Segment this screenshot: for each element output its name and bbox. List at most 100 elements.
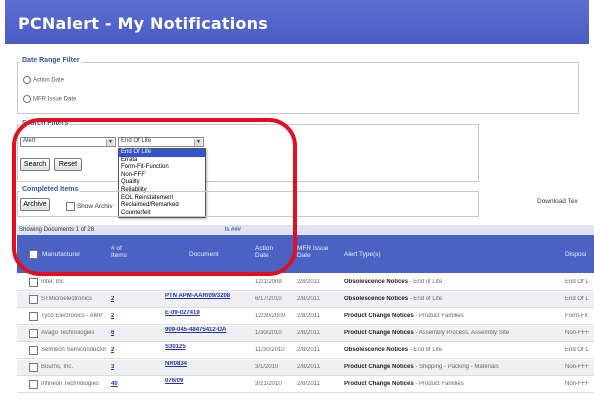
disposition-cell: End Of L xyxy=(565,279,589,285)
row-checkbox[interactable] xyxy=(29,329,38,338)
issue-date-cell: 2/8/2011 xyxy=(297,347,320,353)
archive-button[interactable]: Archive xyxy=(20,198,50,211)
alert-type: Product Change Notices xyxy=(344,364,414,370)
alert-detail: Product Families xyxy=(419,313,464,319)
disposition-cell: Non-FFF xyxy=(565,381,589,387)
action-date-cell: 11/30/2010 xyxy=(255,347,285,353)
show-archive-toggle[interactable]: Show Archiv xyxy=(66,202,113,211)
alert-type-cell: Obsolescence Notices - End of Life xyxy=(344,347,559,353)
table-row[interactable]: Semtech Semiconductor 2 S30125 11/30/2010 2/… xyxy=(17,343,594,359)
alert-detail: End of Life xyxy=(413,347,443,353)
alert-type-cell: Obsolescence Notices - End of Life xyxy=(344,279,559,285)
app-header: PCNalert - My Notifications xyxy=(5,0,589,44)
col-action-date[interactable]: Action Date xyxy=(255,245,277,259)
row-checkbox[interactable] xyxy=(29,346,38,355)
alert-type-cell: Product Change Notices - Assembly Proces… xyxy=(344,330,559,336)
alert-type-cell: Product Change Notices - Shipping - Pack… xyxy=(344,364,559,370)
alert-type-cell: Product Change Notices - Product Familie… xyxy=(344,381,559,387)
alert-type: Product Change Notices xyxy=(344,313,414,319)
table-row[interactable]: Intel, Inc 12/1/2009 2/8/2011 Obsolescence … xyxy=(17,275,594,291)
document-link[interactable]: S30125 xyxy=(165,344,251,350)
alert-type-select[interactable]: End Of Life ▼ xyxy=(118,137,204,147)
radio-icon[interactable] xyxy=(23,95,31,103)
col-alert-types[interactable]: Alert Type(s) xyxy=(344,251,381,258)
document-link[interactable]: 909-045-48475412-DA xyxy=(165,327,251,333)
page-title: PCNalert - My Notifications xyxy=(18,14,268,33)
col-items[interactable]: # of Items xyxy=(111,245,133,259)
document-link[interactable]: E-09-027419 xyxy=(165,310,251,316)
action-date-cell: 3/21/2010 xyxy=(255,381,282,387)
row-checkbox[interactable] xyxy=(29,380,38,389)
action-date-cell: 12/30/2009 xyxy=(255,313,286,319)
radio-action-date[interactable]: Action Date xyxy=(23,76,64,84)
row-checkbox[interactable] xyxy=(29,312,38,321)
select-all-checkbox[interactable] xyxy=(29,250,38,259)
alert-type-cell: Product Change Notices - Product Familie… xyxy=(344,313,559,319)
download-text-link[interactable]: Download Tex xyxy=(537,198,578,205)
alert-detail: Product Families xyxy=(419,381,464,387)
issue-date-cell: 2/8/2011 xyxy=(297,330,320,336)
table-row[interactable]: STMicroelectronics 2 PTN APM-AAR/09/3208 6/… xyxy=(17,292,594,308)
completed-items-legend: Completed Items xyxy=(20,186,81,193)
dropdown-option[interactable]: Errata xyxy=(119,157,205,165)
row-checkbox[interactable] xyxy=(29,278,38,287)
items-link[interactable]: 40 xyxy=(111,381,118,387)
disposition-cell: Non-FFF xyxy=(565,330,589,336)
items-link[interactable]: 2 xyxy=(111,313,114,319)
dropdown-option[interactable]: Form-Fit-Function xyxy=(119,164,205,172)
document-link[interactable]: NR0834 xyxy=(165,361,251,367)
alert-detail: End of Life xyxy=(413,279,443,285)
col-manufacturer[interactable]: Manufacturer xyxy=(42,251,80,258)
issue-date-cell: 2/8/2011 xyxy=(297,296,320,302)
document-link[interactable]: PTN APM-AAR/09/3208 xyxy=(165,293,251,299)
col-disposition[interactable]: Disposi xyxy=(565,251,586,258)
dropdown-option[interactable]: End Of Life xyxy=(119,149,205,157)
manufacturer-cell: Tyco Electronics - AMP xyxy=(41,313,103,319)
header-partial: ls ### xyxy=(225,227,242,233)
col-document[interactable]: Document xyxy=(189,251,219,258)
manufacturer-cell: Avago Technologies xyxy=(41,330,95,336)
checkbox-icon[interactable] xyxy=(66,202,75,211)
table-row[interactable]: Bourns, Inc. 3 NR0834 3/1/2010 2/8/2011 Produ… xyxy=(17,360,594,376)
chevron-down-icon[interactable]: ▼ xyxy=(106,139,114,146)
manufacturer-cell: Semtech Semiconductor xyxy=(41,347,107,353)
dropdown-option[interactable]: Non-FFF xyxy=(119,172,205,180)
items-link[interactable]: 6 xyxy=(111,330,114,336)
alert-detail: Shipping - Packing - Materials xyxy=(419,364,499,370)
reset-button[interactable]: Reset xyxy=(54,158,82,171)
issue-date-cell: 2/8/2011 xyxy=(297,313,320,319)
search-filters xyxy=(17,124,479,182)
alert-detail: Assembly Process, Assembly Site xyxy=(418,330,510,336)
manufacturer-cell: Infineon Technologies xyxy=(41,381,99,387)
disposition-cell: Form-Fit xyxy=(565,313,588,319)
chevron-down-icon[interactable]: ▼ xyxy=(194,139,202,146)
action-date-cell: 6/17/2010 xyxy=(255,296,282,302)
radio-icon[interactable] xyxy=(23,76,31,84)
table-row[interactable]: Tyco Electronics - AMP 2 E-09-027419 12/30/… xyxy=(17,309,594,325)
table-header: Manufacturer # of Items Document Action … xyxy=(17,235,594,273)
document-link[interactable]: 076/09 xyxy=(165,378,251,384)
items-link[interactable]: 2 xyxy=(111,347,114,353)
search-button[interactable]: Search xyxy=(20,158,50,171)
alert-detail: End of Life xyxy=(413,296,443,302)
alert-type-cell: Obsolescence Notices - End of Life xyxy=(344,296,559,302)
items-link[interactable]: 3 xyxy=(111,364,114,370)
alert-select[interactable]: Alert ▼ xyxy=(20,137,116,147)
search-filters-legend: Search Filters xyxy=(20,120,71,127)
action-date-cell: 12/1/2009 xyxy=(255,279,282,285)
table-row[interactable]: Infineon Technologies 40 076/09 3/21/2010 2/… xyxy=(17,377,594,393)
col-mfr-issue-date[interactable]: MFR Issue Date xyxy=(297,245,333,259)
row-checkbox[interactable] xyxy=(29,295,38,304)
disposition-cell: End Of L xyxy=(565,296,589,302)
row-checkbox[interactable] xyxy=(29,363,38,372)
alert-type: Obsolescence Notices xyxy=(344,296,409,302)
radio-mfr-issue-date[interactable]: MFR Issue Date xyxy=(23,95,76,103)
manufacturer-cell: Bourns, Inc. xyxy=(41,364,74,370)
action-date-cell: 1/30/2010 xyxy=(255,330,282,336)
issue-date-cell: 2/8/2011 xyxy=(297,381,320,387)
action-date-cell: 3/1/2010 xyxy=(255,364,279,370)
items-link[interactable]: 2 xyxy=(111,296,114,302)
showing-text: Showing Documents 1 of 28 xyxy=(19,227,95,233)
dropdown-option[interactable]: Quality xyxy=(119,179,205,187)
table-row[interactable]: Avago Technologies 6 909-045-48475412-DA 1/… xyxy=(17,326,594,342)
